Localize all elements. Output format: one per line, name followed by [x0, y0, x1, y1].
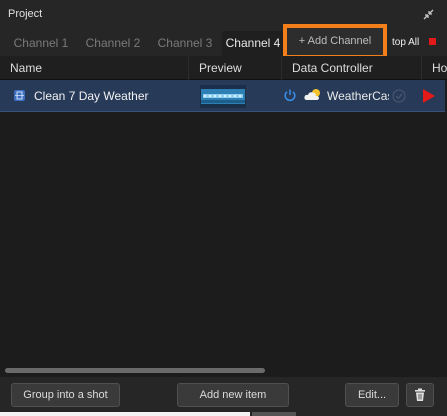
- add-channel-button[interactable]: + Add Channel: [283, 24, 387, 59]
- play-icon[interactable]: [421, 88, 436, 104]
- tab-channel-1[interactable]: Channel 1: [6, 31, 76, 56]
- stop-all-button[interactable]: top All: [392, 37, 419, 48]
- column-header-data-controller[interactable]: Data Controller: [281, 56, 421, 80]
- table-row[interactable]: Clean 7 Day Weather WeatherCas: [0, 80, 445, 112]
- tab-channel-3[interactable]: Channel 3: [150, 31, 220, 56]
- tab-channel-4[interactable]: Channel 4: [222, 31, 284, 56]
- horizontal-scrollbar[interactable]: [5, 368, 265, 373]
- row-name: Clean 7 Day Weather: [34, 89, 149, 103]
- item-list-empty-area: [0, 112, 447, 367]
- cloud-icon: [304, 89, 320, 100]
- preview-thumbnail: [200, 85, 246, 108]
- add-new-item-button[interactable]: Add new item: [177, 383, 289, 407]
- bottom-strip-segment: [252, 412, 296, 416]
- edit-button[interactable]: Edit...: [345, 383, 399, 407]
- data-controller-name: WeatherCas: [327, 89, 389, 103]
- check-icon[interactable]: [392, 89, 406, 103]
- collapse-icon[interactable]: [422, 8, 435, 21]
- panel-title: Project: [8, 8, 43, 20]
- column-header-truncated[interactable]: Ho: [421, 56, 447, 80]
- tab-channel-2[interactable]: Channel 2: [78, 31, 148, 56]
- trash-icon: [415, 388, 425, 401]
- stop-icon[interactable]: [429, 38, 436, 45]
- table-header: Name Preview Data Controller Ho: [0, 56, 447, 80]
- power-icon[interactable]: [283, 88, 297, 102]
- bottom-strip: [0, 412, 250, 416]
- column-header-preview[interactable]: Preview: [188, 56, 281, 80]
- column-header-name[interactable]: Name: [0, 56, 188, 80]
- group-into-shot-button[interactable]: Group into a shot: [11, 383, 120, 407]
- item-icon: [14, 90, 25, 101]
